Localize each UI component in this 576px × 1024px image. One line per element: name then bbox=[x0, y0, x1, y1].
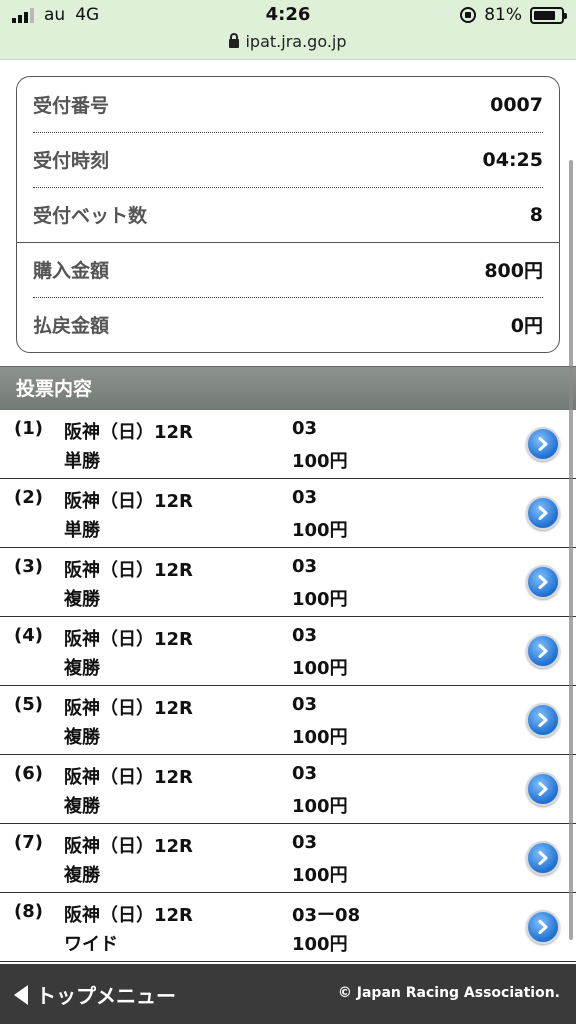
url-text: ipat.jra.go.jp bbox=[245, 32, 347, 51]
chevron-right-circle-icon[interactable] bbox=[526, 841, 560, 875]
summary-value: 04:25 bbox=[482, 148, 543, 171]
bet-type: 単勝 bbox=[64, 451, 100, 472]
bet-amount: 100円 bbox=[292, 727, 348, 748]
footer: トップメニュー © Japan Racing Association. bbox=[0, 964, 576, 1024]
bet-row[interactable]: (7) 阪神（日）12R 複勝 03 100円 bbox=[0, 824, 576, 893]
bet-amount: 100円 bbox=[292, 520, 348, 541]
lock-icon bbox=[229, 33, 240, 48]
bet-horses: 03 bbox=[292, 556, 318, 577]
bet-race: 阪神（日）12R bbox=[64, 767, 193, 788]
summary-row-purchase-amount: 購入金額 800円 bbox=[33, 242, 543, 297]
bet-number: (2) bbox=[14, 487, 43, 508]
bet-horses: 03 bbox=[292, 487, 318, 508]
top-menu-label: トップメニュー bbox=[36, 984, 176, 1008]
battery-icon bbox=[530, 6, 567, 24]
summary-label: 受付時刻 bbox=[33, 150, 110, 172]
summary-row-receipt-number: 受付番号 0007 bbox=[33, 77, 543, 132]
bet-amount: 100円 bbox=[292, 451, 348, 472]
section-title: 投票内容 bbox=[0, 366, 576, 410]
bet-number: (4) bbox=[14, 625, 43, 646]
chevron-right-circle-icon[interactable] bbox=[526, 772, 560, 806]
bet-number: (6) bbox=[14, 763, 43, 784]
bet-horses: 03 bbox=[292, 832, 318, 853]
bet-type: 複勝 bbox=[64, 865, 100, 886]
chevron-right-circle-icon[interactable] bbox=[526, 496, 560, 530]
bet-type: 単勝 bbox=[64, 520, 100, 541]
bet-amount: 100円 bbox=[292, 865, 348, 886]
chevron-right-circle-icon[interactable] bbox=[526, 703, 560, 737]
rotation-lock-icon bbox=[460, 7, 477, 23]
bet-row[interactable]: (8) 阪神（日）12R ワイド 03ー08 100円 bbox=[0, 893, 576, 962]
summary-label: 受付ベット数 bbox=[33, 205, 148, 227]
summary-value: 800円 bbox=[484, 260, 543, 282]
summary-value: 8 bbox=[529, 203, 543, 226]
summary-value: 0円 bbox=[510, 315, 543, 337]
bet-amount: 100円 bbox=[292, 589, 348, 610]
bet-race: 阪神（日）12R bbox=[64, 629, 193, 650]
bet-horses: 03 bbox=[292, 694, 318, 715]
chevron-right-circle-icon[interactable] bbox=[526, 565, 560, 599]
address-bar[interactable]: ipat.jra.go.jp bbox=[0, 32, 576, 51]
summary-row-payout-amount: 払戻金額 0円 bbox=[33, 297, 543, 352]
chevron-right-circle-icon[interactable] bbox=[526, 910, 560, 944]
chevron-right-circle-icon[interactable] bbox=[526, 427, 560, 461]
battery-percent: 81% bbox=[484, 5, 522, 25]
battery-info: 81% bbox=[460, 5, 567, 25]
chevron-right-circle-icon[interactable] bbox=[526, 634, 560, 668]
scrollbar[interactable] bbox=[569, 160, 573, 940]
bet-list: (1) 阪神（日）12R 単勝 03 100円 (2) 阪神（日）12R 単勝 … bbox=[0, 410, 576, 962]
bet-amount: 100円 bbox=[292, 796, 348, 817]
copyright-text: © Japan Racing Association. bbox=[337, 985, 560, 1001]
status-bar: au 4G 4:26 81% ipat.jra.go.jp bbox=[0, 0, 576, 60]
bet-race: 阪神（日）12R bbox=[64, 560, 193, 581]
receipt-summary: 受付番号 0007 受付時刻 04:25 受付ベット数 8 購入金額 800円 … bbox=[16, 76, 560, 353]
bet-row[interactable]: (1) 阪神（日）12R 単勝 03 100円 bbox=[0, 410, 576, 479]
summary-value: 0007 bbox=[490, 93, 543, 116]
bet-type: ワイド bbox=[64, 934, 118, 955]
bet-horses: 03 bbox=[292, 763, 318, 784]
bet-row[interactable]: (6) 阪神（日）12R 複勝 03 100円 bbox=[0, 755, 576, 824]
bet-type: 複勝 bbox=[64, 727, 100, 748]
bet-horses: 03 bbox=[292, 625, 318, 646]
bet-number: (5) bbox=[14, 694, 43, 715]
bet-race: 阪神（日）12R bbox=[64, 698, 193, 719]
triangle-left-icon bbox=[14, 984, 28, 1005]
bet-number: (1) bbox=[14, 418, 43, 439]
bet-number: (3) bbox=[14, 556, 43, 577]
bet-horses: 03ー08 bbox=[292, 905, 361, 926]
bet-row[interactable]: (5) 阪神（日）12R 複勝 03 100円 bbox=[0, 686, 576, 755]
bet-race: 阪神（日）12R bbox=[64, 422, 193, 443]
bet-number: (7) bbox=[14, 832, 43, 853]
bet-type: 複勝 bbox=[64, 589, 100, 610]
bet-row[interactable]: (4) 阪神（日）12R 複勝 03 100円 bbox=[0, 617, 576, 686]
summary-label: 受付番号 bbox=[33, 95, 110, 117]
summary-row-receipt-time: 受付時刻 04:25 bbox=[33, 132, 543, 187]
bet-race: 阪神（日）12R bbox=[64, 491, 193, 512]
bet-number: (8) bbox=[14, 901, 43, 922]
summary-label: 購入金額 bbox=[33, 260, 110, 282]
top-menu-button[interactable]: トップメニュー bbox=[14, 980, 176, 1009]
bet-row[interactable]: (3) 阪神（日）12R 複勝 03 100円 bbox=[0, 548, 576, 617]
summary-row-bet-count: 受付ベット数 8 bbox=[33, 187, 543, 242]
summary-label: 払戻金額 bbox=[33, 315, 110, 337]
bet-type: 複勝 bbox=[64, 796, 100, 817]
bet-race: 阪神（日）12R bbox=[64, 905, 193, 926]
bet-type: 複勝 bbox=[64, 658, 100, 679]
bet-race: 阪神（日）12R bbox=[64, 836, 193, 857]
bet-amount: 100円 bbox=[292, 658, 348, 679]
bet-row[interactable]: (2) 阪神（日）12R 単勝 03 100円 bbox=[0, 479, 576, 548]
bet-horses: 03 bbox=[292, 418, 318, 439]
bet-amount: 100円 bbox=[292, 934, 348, 955]
